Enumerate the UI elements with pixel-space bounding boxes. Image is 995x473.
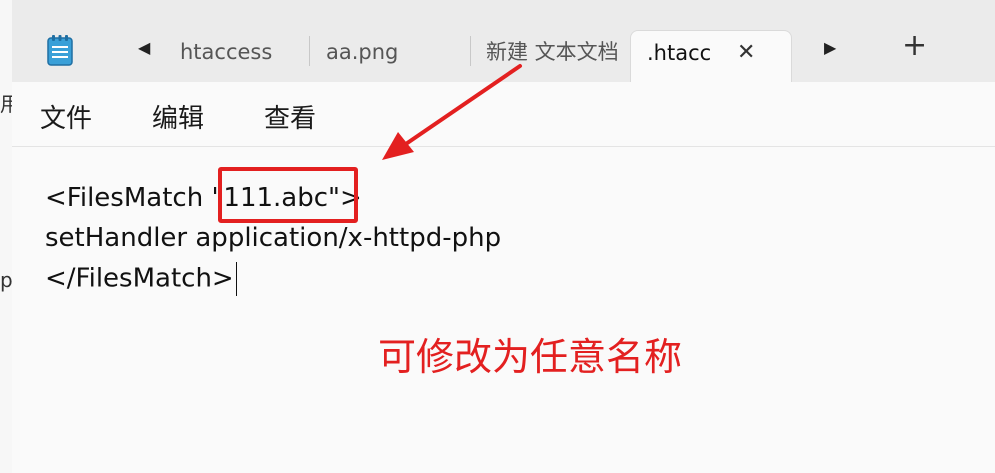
text-editor[interactable]: <FilesMatch "111.abc"> setHandler applic… xyxy=(12,147,995,473)
annotation-highlight-box xyxy=(218,167,358,223)
menu-file[interactable]: 文件 xyxy=(40,98,92,135)
chevron-right-icon[interactable]: ▶ xyxy=(824,38,836,57)
annotation-arrow-icon xyxy=(382,64,522,160)
chevron-left-icon[interactable]: ◀ xyxy=(138,38,150,57)
code-text: <FilesMatch xyxy=(45,183,212,213)
tab-htacc-active[interactable]: .htacc ✕ xyxy=(630,30,792,83)
text-caret xyxy=(235,262,237,296)
notepad-window: 用 p ◀ htaccess aa.png 新建 文本文档 .htacc ✕ ▶… xyxy=(0,0,995,473)
annotation-note: 可修改为任意名称 xyxy=(378,335,683,379)
close-icon[interactable]: ✕ xyxy=(737,31,755,75)
tab-label: htaccess xyxy=(180,40,273,64)
menu-view[interactable]: 查看 xyxy=(264,98,316,135)
plus-icon[interactable]: + xyxy=(902,28,927,63)
menu-edit[interactable]: 编辑 xyxy=(152,98,204,135)
code-line-2: setHandler application/x-httpd-php xyxy=(45,223,502,253)
background-text-fragment: p xyxy=(0,268,13,292)
code-line-3: </FilesMatch> xyxy=(45,262,237,296)
tab-htaccess[interactable]: htaccess xyxy=(180,30,300,82)
notepad-icon xyxy=(47,35,73,66)
code-text: </FilesMatch> xyxy=(45,263,234,294)
tab-label: .htacc xyxy=(647,41,712,65)
tab-separator xyxy=(309,36,310,66)
